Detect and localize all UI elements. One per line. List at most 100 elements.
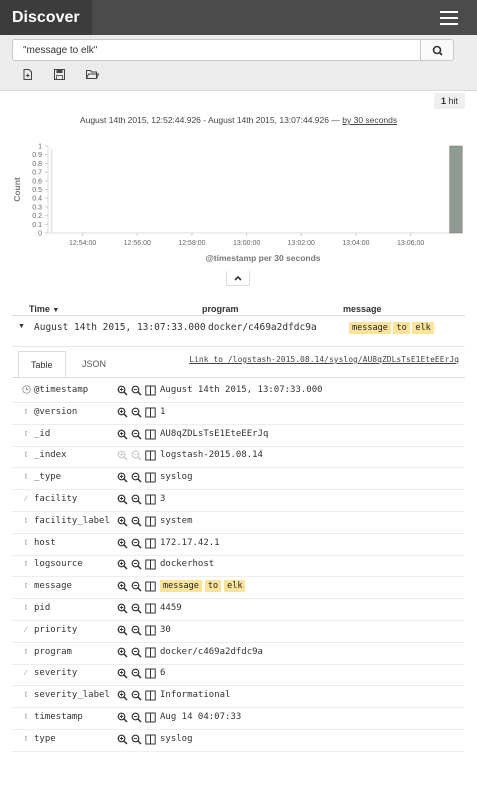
toggle-column-icon[interactable] bbox=[145, 668, 156, 679]
field-row: ∕ priority 30 bbox=[12, 620, 465, 643]
field-actions bbox=[117, 647, 159, 659]
filter-for-value-icon[interactable] bbox=[117, 734, 128, 745]
filter-out-value-icon[interactable] bbox=[131, 538, 142, 549]
toggle-column-icon[interactable] bbox=[145, 712, 156, 723]
filter-for-value-icon[interactable] bbox=[117, 385, 128, 396]
filter-out-value-icon[interactable] bbox=[131, 494, 142, 505]
filter-for-value-icon[interactable] bbox=[117, 712, 128, 723]
search-input[interactable] bbox=[12, 39, 420, 61]
filter-for-value-icon[interactable] bbox=[117, 559, 128, 570]
column-program[interactable]: program bbox=[202, 304, 239, 314]
y-tick-label: 0.3 bbox=[32, 204, 42, 211]
filter-out-value-icon[interactable] bbox=[131, 668, 142, 679]
field-row: t program docker/c469a2dfdc9a bbox=[12, 642, 465, 665]
caret-down-icon[interactable]: ▼ bbox=[18, 323, 25, 330]
filter-out-value-icon[interactable] bbox=[131, 407, 142, 418]
open-search-icon[interactable] bbox=[86, 69, 99, 80]
field-name: message bbox=[34, 581, 72, 592]
menu-icon[interactable] bbox=[440, 11, 458, 25]
toggle-column-icon[interactable] bbox=[145, 647, 156, 658]
toggle-column-icon[interactable] bbox=[145, 625, 156, 636]
filter-for-value-icon[interactable] bbox=[117, 625, 128, 636]
y-tick-label: 0.1 bbox=[32, 222, 42, 229]
field-value: 1 bbox=[160, 406, 166, 417]
time-range: August 14th 2015, 12:52:44.926 - August … bbox=[79, 115, 398, 125]
field-row: ∕ facility 3 bbox=[12, 489, 465, 512]
column-message[interactable]: message bbox=[343, 304, 382, 314]
x-tick-label: 12:58:00 bbox=[178, 240, 205, 247]
field-value: 3 bbox=[160, 494, 166, 504]
field-actions bbox=[117, 472, 159, 484]
field-name: facility_label bbox=[34, 515, 110, 526]
filter-for-value-icon[interactable] bbox=[117, 516, 128, 527]
toggle-column-icon[interactable] bbox=[145, 494, 156, 505]
toggle-column-icon[interactable] bbox=[145, 603, 156, 614]
chevron-up-icon bbox=[234, 275, 242, 281]
tab-table[interactable]: Table bbox=[18, 351, 66, 379]
new-search-icon[interactable] bbox=[22, 69, 33, 80]
field-value: syslog bbox=[160, 733, 193, 744]
filter-out-value-icon[interactable] bbox=[131, 472, 142, 483]
filter-out-value-icon[interactable] bbox=[131, 385, 142, 396]
toggle-column-icon[interactable] bbox=[145, 407, 156, 418]
collapse-chart-button[interactable] bbox=[226, 271, 250, 286]
filter-for-value-icon[interactable] bbox=[117, 581, 128, 592]
toggle-column-icon[interactable] bbox=[145, 472, 156, 483]
column-time[interactable]: Time ▼ bbox=[29, 304, 59, 314]
filter-out-value-icon[interactable] bbox=[131, 647, 142, 658]
filter-for-value-icon[interactable] bbox=[117, 429, 128, 440]
toggle-column-icon[interactable] bbox=[145, 734, 156, 745]
filter-for-value-icon[interactable] bbox=[117, 407, 128, 418]
filter-out-value-icon[interactable] bbox=[131, 712, 142, 723]
field-actions bbox=[117, 668, 159, 680]
field-name: pid bbox=[34, 603, 51, 613]
save-search-icon[interactable] bbox=[54, 69, 65, 80]
filter-out-value-icon[interactable] bbox=[131, 429, 142, 440]
filter-for-value-icon[interactable] bbox=[117, 603, 128, 614]
table-row[interactable]: ▼ August 14th 2015, 13:07:33.000 docker/… bbox=[12, 318, 465, 338]
field-row: ∕ severity 6 bbox=[12, 663, 465, 687]
toggle-column-icon[interactable] bbox=[145, 538, 156, 549]
filter-out-value-icon[interactable] bbox=[131, 734, 142, 745]
filter-for-value-icon[interactable] bbox=[117, 538, 128, 549]
histogram-svg[interactable]: 0 0.1 0.2 0.30.4 0.5 0.60.7 0.8 0.91 12:54:00 12:… bbox=[0, 140, 477, 270]
toggle-column-icon[interactable] bbox=[145, 450, 156, 461]
filter-for-value-icon[interactable] bbox=[117, 450, 128, 461]
field-row: t _id AU8qZDLsTsE1EteEErJq bbox=[12, 424, 465, 447]
toggle-column-icon[interactable] bbox=[145, 690, 156, 701]
field-value: system bbox=[160, 515, 193, 526]
filter-for-value-icon[interactable] bbox=[117, 690, 128, 701]
filter-for-value-icon[interactable] bbox=[117, 472, 128, 483]
field-name: program bbox=[34, 646, 72, 657]
filter-for-value-icon[interactable] bbox=[117, 494, 128, 505]
y-tick-label: 0.7 bbox=[32, 170, 42, 177]
number-type-icon: ∕ bbox=[25, 494, 27, 503]
search-button[interactable] bbox=[420, 39, 454, 61]
filter-out-value-icon[interactable] bbox=[131, 559, 142, 570]
interval-link[interactable]: by 30 seconds bbox=[342, 115, 397, 125]
y-axis-title: Count bbox=[12, 177, 22, 202]
field-row: t pid 4459 bbox=[12, 598, 465, 621]
string-type-icon: t bbox=[24, 712, 28, 721]
toggle-column-icon[interactable] bbox=[145, 385, 156, 396]
toggle-column-icon[interactable] bbox=[145, 429, 156, 440]
tab-json[interactable]: JSON bbox=[70, 351, 118, 377]
filter-out-value-icon[interactable] bbox=[131, 516, 142, 527]
field-name: host bbox=[34, 537, 56, 548]
filter-out-value-icon[interactable] bbox=[131, 625, 142, 636]
toggle-column-icon[interactable] bbox=[145, 581, 156, 592]
filter-for-value-icon[interactable] bbox=[117, 668, 128, 679]
filter-for-value-icon[interactable] bbox=[117, 647, 128, 658]
filter-out-value-icon[interactable] bbox=[131, 450, 142, 461]
toggle-column-icon[interactable] bbox=[145, 516, 156, 527]
filter-out-value-icon[interactable] bbox=[131, 603, 142, 614]
toggle-column-icon[interactable] bbox=[145, 559, 156, 570]
field-value: message to elk bbox=[160, 580, 248, 593]
field-name: _index bbox=[34, 450, 67, 461]
x-tick-label: 13:02:00 bbox=[288, 240, 315, 247]
document-link[interactable]: Link to /logstash-2015.08.14/syslog/AU8q… bbox=[189, 355, 459, 364]
app-title[interactable]: Discover bbox=[0, 0, 92, 35]
filter-out-value-icon[interactable] bbox=[131, 690, 142, 701]
filter-out-value-icon[interactable] bbox=[131, 581, 142, 592]
field-value: dockerhost bbox=[160, 559, 215, 570]
